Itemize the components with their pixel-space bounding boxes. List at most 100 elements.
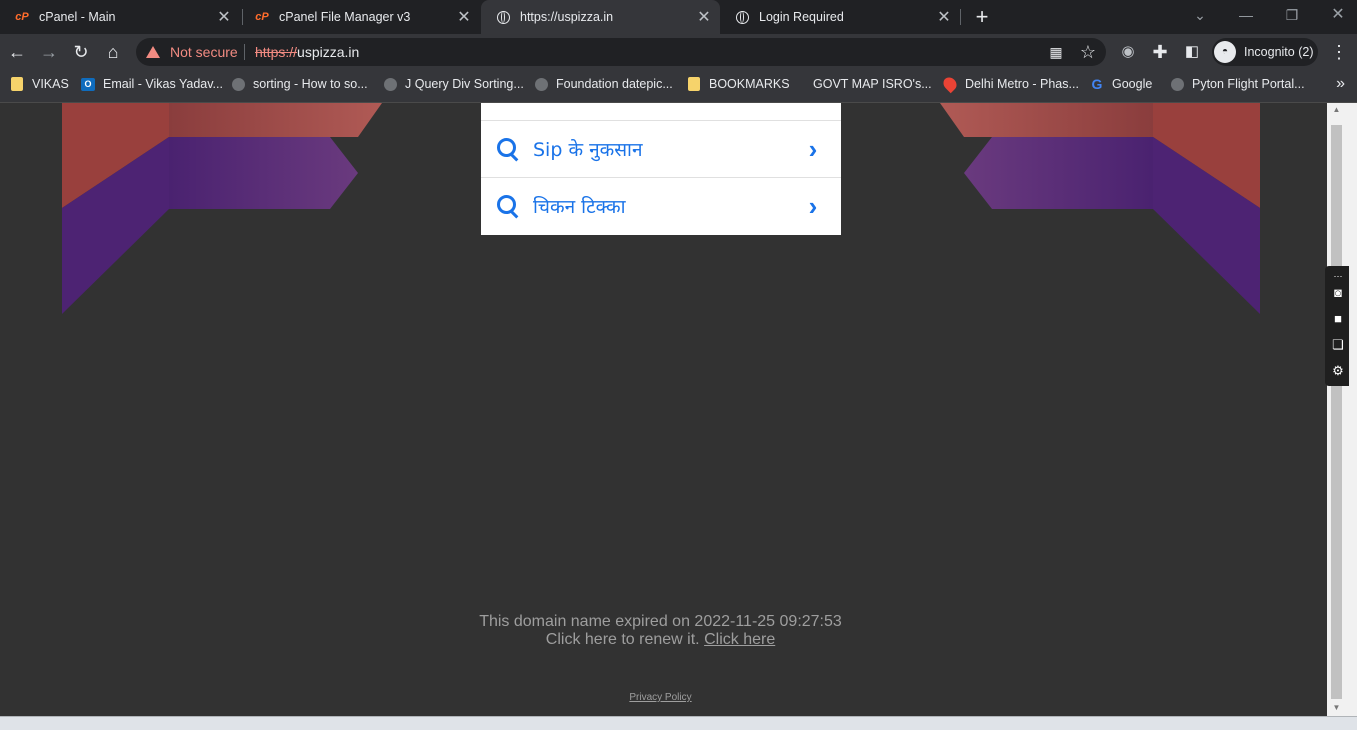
window-close-icon[interactable]: ✕: [1315, 0, 1357, 30]
extensions-puzzle-icon[interactable]: ✚: [1148, 40, 1172, 64]
settings-gear-icon[interactable]: ⚙: [1329, 363, 1347, 379]
tab-search-icon[interactable]: ⌄: [1177, 0, 1223, 30]
outlook-icon: O: [81, 77, 95, 91]
tab-title: cPanel File Manager v3: [279, 10, 411, 24]
profile-label: Incognito (2): [1244, 45, 1314, 59]
bookmark-item[interactable]: J Query Div Sorting...: [383, 70, 524, 98]
bookmark-item[interactable]: GOVT MAP ISRO's...: [797, 70, 932, 98]
search-icon: [497, 195, 519, 217]
url-divider: [244, 44, 245, 60]
bookmark-label: sorting - How to so...: [253, 77, 368, 91]
taskbar-edge: [0, 716, 1357, 730]
tab-title: Login Required: [759, 10, 844, 24]
reload-icon[interactable]: ↻: [69, 40, 93, 64]
ribbon-left-red: [169, 103, 382, 137]
home-icon[interactable]: ⌂: [101, 40, 125, 64]
side-panel-icon[interactable]: ◧: [1180, 40, 1204, 64]
suggestion-text: चिकन टिक्का: [533, 196, 626, 218]
map-pin-icon: [940, 74, 960, 94]
qr-code-icon[interactable]: ▦: [1044, 40, 1068, 64]
close-icon[interactable]: ✕: [216, 7, 232, 27]
bookmark-label: Foundation datepic...: [556, 77, 673, 91]
bookmark-item[interactable]: VIKAS: [10, 70, 69, 98]
more-options-icon[interactable]: ⋯: [1329, 268, 1347, 284]
incognito-icon: ◓: [1214, 41, 1236, 63]
video-camera-icon[interactable]: ■: [1329, 311, 1347, 327]
warning-icon: [146, 46, 160, 58]
security-label: Not secure: [170, 44, 238, 60]
renew-text: Click here to renew it.: [545, 631, 700, 648]
cpanel-icon: cP: [15, 11, 29, 23]
bookmark-label: BOOKMARKS: [709, 77, 790, 91]
camera-extension-icon[interactable]: ◉: [1116, 40, 1140, 64]
bookmark-label: J Query Div Sorting...: [405, 77, 524, 91]
bookmark-item[interactable]: BOOKMARKS: [687, 70, 790, 98]
bookmark-item[interactable]: O Email - Vikas Yadav...: [81, 70, 223, 98]
bookmark-star-icon[interactable]: ☆: [1076, 40, 1100, 64]
privacy-policy-link[interactable]: Privacy Policy: [0, 692, 1321, 703]
bookmark-label: Delhi Metro - Phas...: [965, 77, 1079, 91]
tab-login-required[interactable]: Login Required ✕: [720, 0, 960, 34]
scroll-up-arrow-icon[interactable]: ▲: [1331, 105, 1342, 114]
more-bookmarks-icon[interactable]: »: [1336, 70, 1345, 98]
tab-cpanel-main[interactable]: cP cPanel - Main ✕: [0, 0, 240, 34]
folder-icon: [687, 77, 701, 91]
bookmarks-bar: VIKAS O Email - Vikas Yadav... sorting - …: [0, 70, 1357, 103]
url-text[interactable]: https://uspizza.in: [255, 38, 359, 66]
windows-icon[interactable]: ❏: [1329, 337, 1347, 353]
chevron-right-icon: ›: [808, 191, 818, 221]
suggestion-item[interactable]: चिकन टिक्का ›: [481, 177, 841, 234]
tab-cpanel-file-manager[interactable]: cP cPanel File Manager v3 ✕: [240, 0, 480, 34]
bookmark-item[interactable]: Pyton Flight Portal...: [1170, 70, 1305, 98]
new-tab-button[interactable]: +: [970, 5, 994, 29]
bookmark-label: Pyton Flight Portal...: [1192, 77, 1305, 91]
suggestion-text: Sip के नुकसान: [533, 139, 643, 161]
globe-icon: [495, 9, 511, 25]
globe-icon: [383, 77, 397, 91]
incognito-profile-button[interactable]: ◓ Incognito (2): [1212, 38, 1318, 66]
forward-icon[interactable]: →: [37, 40, 61, 64]
vertical-scrollbar[interactable]: ▲ ▼: [1327, 103, 1357, 716]
search-icon: [497, 138, 519, 160]
bookmark-label: VIKAS: [32, 77, 69, 91]
scrollbar-thumb[interactable]: [1331, 125, 1342, 699]
suggestion-item[interactable]: Sip के नुकसान ›: [481, 120, 841, 177]
bookmark-label: Email - Vikas Yadav...: [103, 77, 223, 91]
renew-link[interactable]: Click here: [704, 631, 775, 648]
scroll-down-arrow-icon[interactable]: ▼: [1331, 703, 1342, 712]
security-indicator[interactable]: Not secure: [146, 38, 238, 66]
globe-icon: [231, 77, 245, 91]
bookmark-item[interactable]: Foundation datepic...: [534, 70, 673, 98]
camera-icon[interactable]: ◙: [1329, 285, 1347, 301]
globe-icon: [534, 77, 548, 91]
tab-title: https://uspizza.in: [520, 10, 614, 24]
domain-expired-notice: This domain name expired on 2022-11-25 0…: [0, 613, 1321, 649]
menu-kebab-icon[interactable]: ⋮: [1327, 40, 1351, 64]
ribbon-left-purple: [169, 137, 358, 209]
restore-icon[interactable]: ❐: [1269, 0, 1315, 30]
back-icon[interactable]: ←: [5, 40, 29, 64]
ribbon-right-purple: [964, 137, 1153, 209]
close-icon[interactable]: ✕: [936, 7, 952, 27]
tab-strip: cP cPanel - Main ✕ cP cPanel File Manage…: [0, 0, 1357, 34]
search-suggestions: Sip के नुकसान › चिकन टिक्का ›: [481, 103, 841, 235]
ribbon-right-red: [940, 103, 1153, 137]
expired-message: This domain name expired on 2022-11-25 0…: [479, 613, 842, 630]
close-icon[interactable]: ✕: [456, 7, 472, 27]
browser-toolbar: ← → ↻ ⌂ Not secure https://uspizza.in ▦ …: [0, 34, 1357, 70]
address-bar[interactable]: Not secure https://uspizza.in ▦ ☆: [136, 38, 1106, 66]
capture-widget: ⋯ ◙ ■ ❏ ⚙: [1325, 266, 1349, 386]
tab-uspizza[interactable]: https://uspizza.in ✕: [481, 0, 720, 34]
tab-title: cPanel - Main: [39, 10, 116, 24]
blank-icon: [797, 77, 805, 91]
bookmark-item[interactable]: sorting - How to so...: [231, 70, 368, 98]
close-icon[interactable]: ✕: [696, 7, 712, 27]
globe-icon: [1170, 77, 1184, 91]
minimize-icon[interactable]: —: [1223, 0, 1269, 30]
bookmark-item[interactable]: G Google: [1090, 70, 1153, 98]
google-icon: G: [1091, 76, 1103, 92]
url-host: uspizza.in: [297, 44, 360, 60]
bookmark-label: Google: [1112, 77, 1153, 91]
cpanel-icon: cP: [255, 11, 269, 23]
bookmark-item[interactable]: Delhi Metro - Phas...: [940, 70, 1079, 98]
